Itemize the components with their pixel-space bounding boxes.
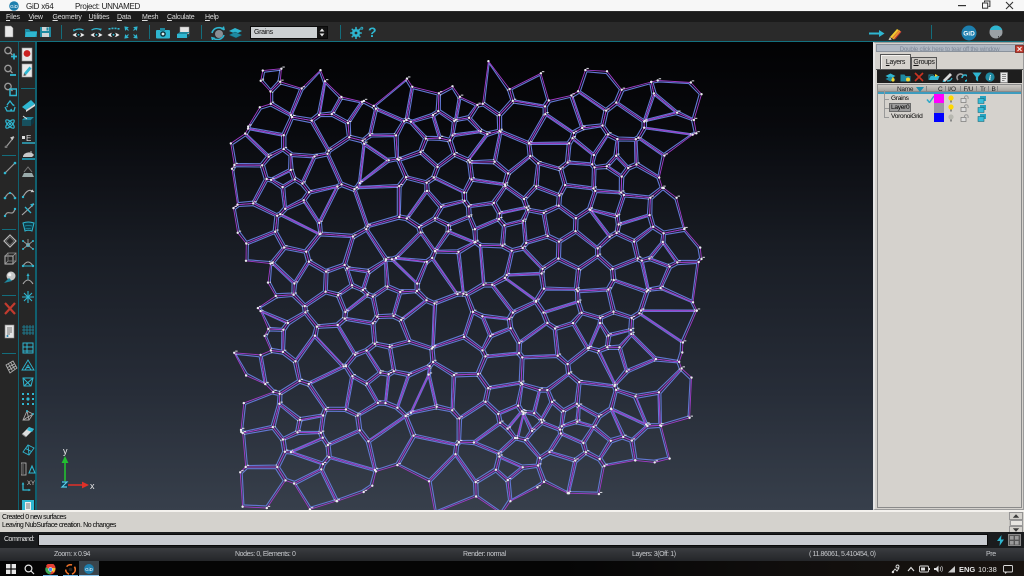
- svg-text:v14: v14: [998, 36, 1009, 42]
- svg-text:i: i: [989, 74, 991, 82]
- svg-text:GiD: GiD: [10, 4, 19, 9]
- svg-text:XY: XY: [27, 481, 35, 487]
- svg-text:GiD: GiD: [85, 567, 94, 572]
- svg-text:E: E: [26, 134, 31, 143]
- svg-text:x: x: [90, 481, 95, 491]
- svg-text:y: y: [63, 446, 68, 456]
- svg-text:GiD: GiD: [963, 31, 975, 38]
